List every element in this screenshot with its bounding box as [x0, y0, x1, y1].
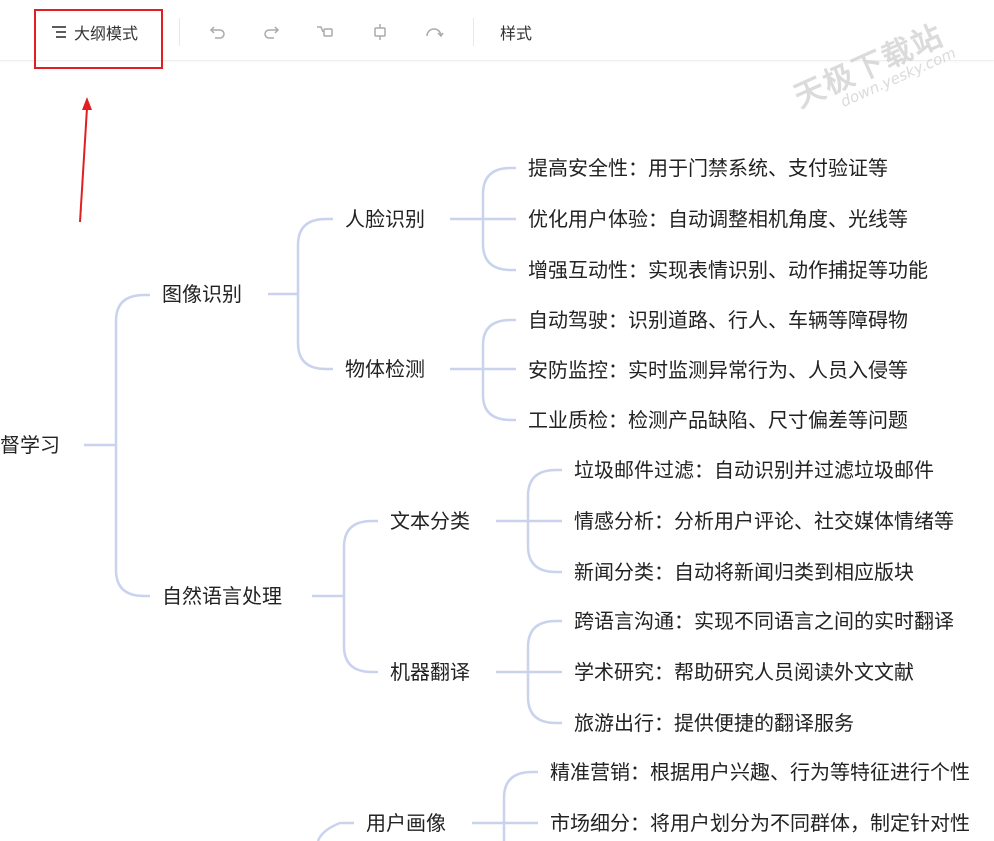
node-object-item[interactable]: 工业质检：检测产品缺陷、尺寸偏差等问题: [528, 407, 908, 433]
node-translation-item[interactable]: 旅游出行：提供便捷的翻译服务: [574, 710, 854, 736]
node-profile-item[interactable]: 精准营销：根据用户兴趣、行为等特征进行个性: [550, 759, 970, 785]
node-object-detection[interactable]: 物体检测: [345, 356, 425, 382]
node-face-recognition[interactable]: 人脸识别: [345, 206, 425, 232]
node-profile-item[interactable]: 市场细分：将用户划分为不同群体，制定针对性: [550, 810, 970, 836]
node-translation-item[interactable]: 学术研究：帮助研究人员阅读外文文献: [574, 659, 914, 685]
node-face-item[interactable]: 优化用户体验：自动调整相机角度、光线等: [528, 206, 908, 232]
mindmap-root-node[interactable]: 督学习: [0, 432, 60, 458]
node-image-recognition[interactable]: 图像识别: [162, 281, 242, 307]
node-object-item[interactable]: 自动驾驶：识别道路、行人、车辆等障碍物: [528, 307, 908, 333]
node-object-item[interactable]: 安防监控：实时监测异常行为、人员入侵等: [528, 357, 908, 383]
node-text-item[interactable]: 情感分析：分析用户评论、社交媒体情绪等: [574, 508, 954, 534]
node-nlp[interactable]: 自然语言处理: [162, 583, 282, 609]
node-text-item[interactable]: 垃圾邮件过滤：自动识别并过滤垃圾邮件: [574, 457, 934, 483]
node-face-item[interactable]: 提高安全性：用于门禁系统、支付验证等: [528, 155, 888, 181]
node-face-item[interactable]: 增强互动性：实现表情识别、动作捕捉等功能: [528, 257, 928, 283]
node-text-item[interactable]: 新闻分类：自动将新闻归类到相应版块: [574, 559, 914, 585]
node-text-classification[interactable]: 文本分类: [390, 508, 470, 534]
node-user-profile[interactable]: 用户画像: [366, 810, 446, 836]
node-machine-translation[interactable]: 机器翻译: [390, 659, 470, 685]
node-translation-item[interactable]: 跨语言沟通：实现不同语言之间的实时翻译: [574, 608, 954, 634]
